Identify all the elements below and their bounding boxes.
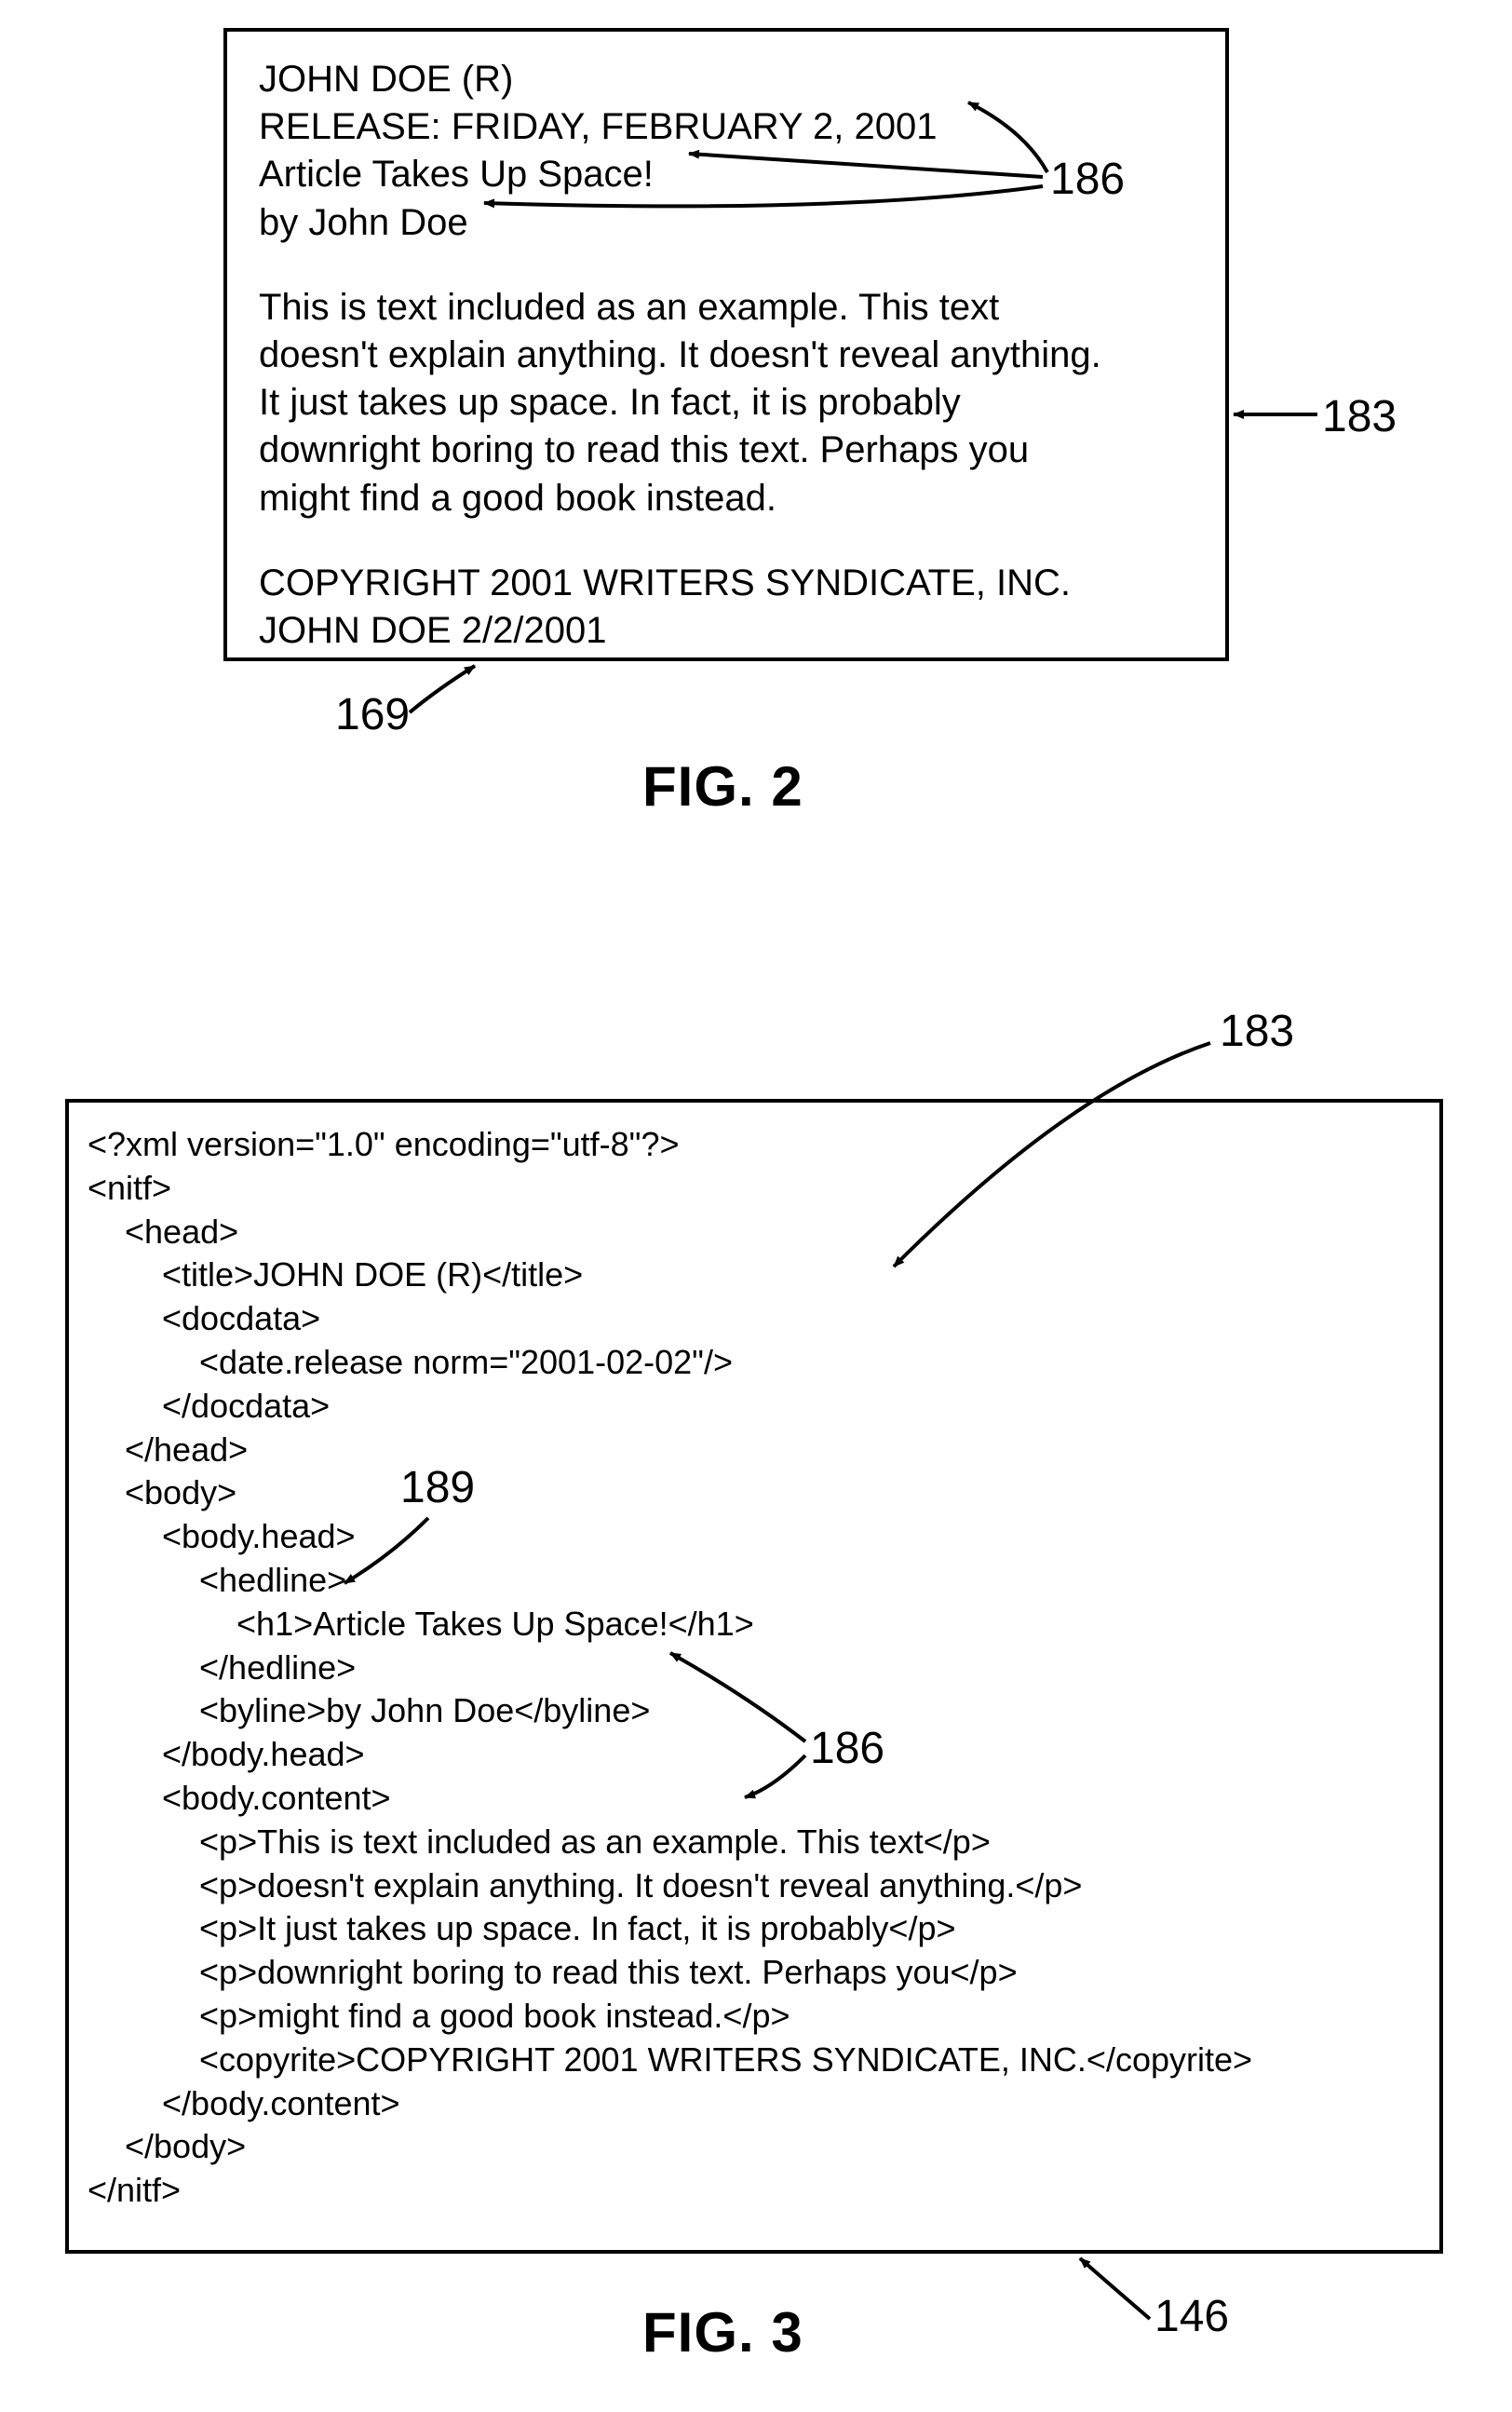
xml-line: <body.head> [88, 1515, 1421, 1559]
fig2-copyright: COPYRIGHT 2001 WRITERS SYNDICATE, INC. [259, 560, 1194, 607]
xml-line: </nitf> [88, 2169, 1421, 2213]
xml-line: <date.release norm="2001-02-02"/> [88, 1341, 1421, 1385]
fig3-xml-box: <?xml version="1.0" encoding="utf-8"?> <… [65, 1099, 1443, 2254]
fig2-body-line: doesn't explain anything. It doesn't rev… [259, 332, 1194, 379]
xml-line: <nitf> [88, 1167, 1421, 1211]
fig2-title: JOHN DOE (R) [259, 56, 1194, 103]
xml-line: </hedline> [88, 1646, 1421, 1690]
fig3-ref-189: 189 [400, 1462, 475, 1513]
xml-line: <copyrite>COPYRIGHT 2001 WRITERS SYNDICA… [88, 2039, 1421, 2082]
fig2-body-line: might find a good book instead. [259, 475, 1194, 522]
xml-line: </body> [88, 2125, 1421, 2169]
fig3-ref-146: 146 [1154, 2291, 1229, 2342]
fig3-caption: FIG. 3 [642, 2300, 803, 2365]
fig2-body-line: downright boring to read this text. Perh… [259, 427, 1194, 474]
xml-line: </body.head> [88, 1733, 1421, 1777]
fig2-body-line: It just takes up space. In fact, it is p… [259, 379, 1194, 427]
xml-line: <hedline> [88, 1559, 1421, 1603]
patent-figure-page: JOHN DOE (R) RELEASE: FRIDAY, FEBRUARY 2… [0, 0, 1512, 2412]
fig2-caption: FIG. 2 [642, 754, 803, 819]
fig2-body-line: This is text included as an example. Thi… [259, 284, 1194, 332]
xml-line: <p>doesn't explain anything. It doesn't … [88, 1864, 1421, 1908]
xml-line: <body.content> [88, 1777, 1421, 1821]
xml-line: <docdata> [88, 1297, 1421, 1341]
xml-line: <head> [88, 1211, 1421, 1254]
fig2-ref-186: 186 [1050, 154, 1125, 205]
xml-line: </docdata> [88, 1385, 1421, 1429]
xml-line: </body.content> [88, 2082, 1421, 2126]
xml-line: <p>downright boring to read this text. P… [88, 1951, 1421, 1995]
xml-line: <body> [88, 1471, 1421, 1515]
xml-line: <byline>by John Doe</byline> [88, 1689, 1421, 1733]
fig2-release: RELEASE: FRIDAY, FEBRUARY 2, 2001 [259, 103, 1194, 151]
fig2-ref-169: 169 [335, 689, 410, 740]
xml-line: <title>JOHN DOE (R)</title> [88, 1253, 1421, 1297]
xml-line: <?xml version="1.0" encoding="utf-8"?> [88, 1123, 1421, 1167]
xml-line: <p>It just takes up space. In fact, it i… [88, 1907, 1421, 1951]
fig2-footer: JOHN DOE 2/2/2001 [259, 607, 1194, 655]
fig2-ref-183: 183 [1322, 391, 1397, 442]
xml-line: <p>This is text included as an example. … [88, 1821, 1421, 1864]
fig2-byline: by John Doe [259, 199, 1194, 247]
fig3-ref-183: 183 [1220, 1006, 1294, 1057]
xml-line: <h1>Article Takes Up Space!</h1> [88, 1603, 1421, 1646]
xml-line: <p>might find a good book instead.</p> [88, 1995, 1421, 2039]
fig2-article-box: JOHN DOE (R) RELEASE: FRIDAY, FEBRUARY 2… [223, 28, 1229, 661]
xml-line: </head> [88, 1429, 1421, 1472]
fig3-ref-186: 186 [810, 1723, 884, 1774]
